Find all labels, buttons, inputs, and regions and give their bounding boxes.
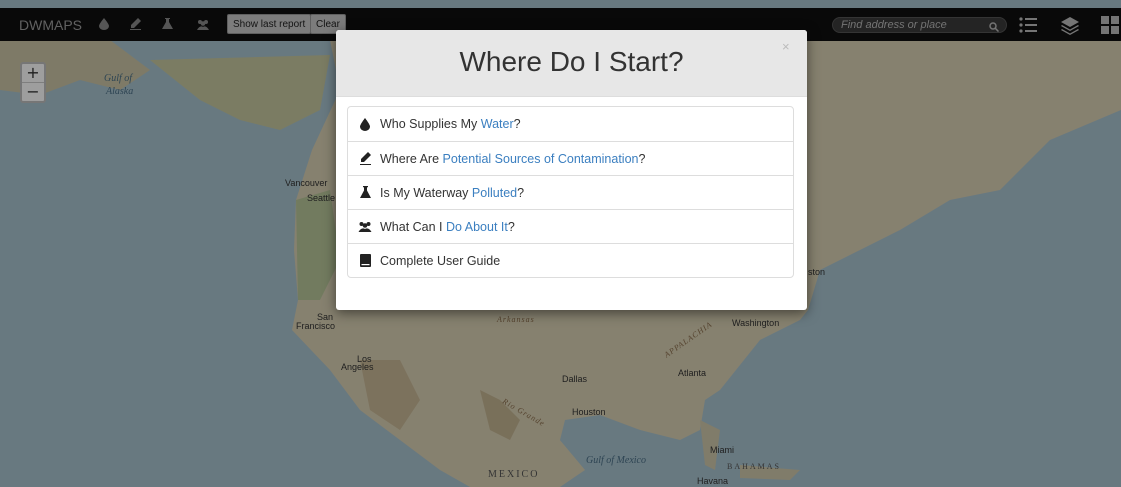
- menu-item-what-can-i-do[interactable]: What Can I Do About It?: [348, 209, 793, 243]
- menu-item-text: Who Supplies My Water?: [380, 117, 521, 131]
- menu-item-contamination-sources[interactable]: Where Are Potential Sources of Contamina…: [348, 141, 793, 175]
- users-icon: [358, 220, 372, 234]
- menu-item-waterway-polluted[interactable]: Is My Waterway Polluted?: [348, 175, 793, 209]
- modal-header: Where Do I Start? ×: [336, 30, 807, 97]
- book-icon: [358, 254, 372, 268]
- menu-item-user-guide[interactable]: Complete User Guide: [348, 243, 793, 277]
- menu-item-highlight: Polluted: [471, 185, 518, 200]
- start-modal: Where Do I Start? × Who Supplies My Wate…: [336, 30, 807, 310]
- close-button[interactable]: ×: [782, 39, 790, 54]
- water-drop-icon: [358, 117, 372, 131]
- menu-item-highlight: Potential Sources of Contamination: [442, 151, 639, 166]
- menu-item-highlight: Do About It: [446, 219, 508, 234]
- menu-item-highlight: Water: [480, 117, 514, 131]
- menu-item-who-supplies-water[interactable]: Who Supplies My Water?: [348, 107, 793, 141]
- menu-item-text: What Can I Do About It?: [380, 219, 515, 234]
- menu-item-text: Complete User Guide: [380, 253, 501, 268]
- pen-icon: [358, 152, 372, 166]
- modal-title: Where Do I Start?: [459, 46, 684, 77]
- flask-icon: [358, 186, 372, 200]
- start-menu: Who Supplies My Water? Where Are Potenti…: [347, 106, 794, 278]
- menu-item-text: Where Are Potential Sources of Contamina…: [380, 151, 646, 166]
- menu-item-text: Is My Waterway Polluted?: [380, 185, 525, 200]
